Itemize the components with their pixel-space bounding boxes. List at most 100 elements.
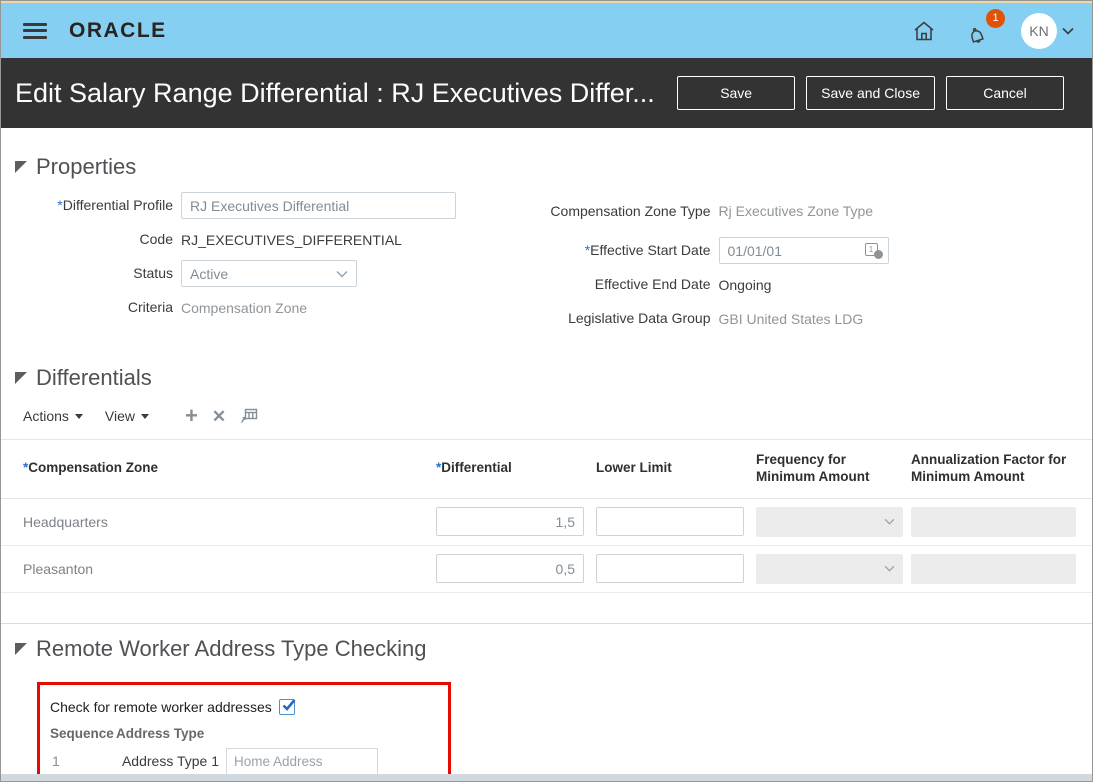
properties-section-title: Properties — [36, 154, 137, 179]
properties-right-column: Compensation Zone Type Rj Executives Zon… — [547, 192, 1093, 339]
effective-end-date-row: Effective End Date Ongoing — [547, 271, 1093, 298]
properties-left-column: *Differential Profile Code RJ_EXECUTIVES… — [1, 192, 547, 339]
differentials-table-header: *Compensation Zone *Differential Lower L… — [1, 440, 1092, 499]
remote-worker-check-row: Check for remote worker addresses — [50, 698, 440, 715]
header-actions: 1 KN — [909, 8, 1074, 49]
detach-icon — [241, 408, 258, 423]
page-title: Edit Salary Range Differential : RJ Exec… — [15, 77, 655, 108]
differentials-section-title: Differentials — [36, 365, 152, 390]
effective-end-date-value: Ongoing — [718, 276, 772, 293]
sequence-column-header: Sequence — [50, 725, 114, 741]
code-row: Code RJ_EXECUTIVES_DIFFERENTIAL — [1, 226, 547, 253]
column-header-annualization: Annualization Factor for Minimum Amount — [911, 452, 1067, 484]
app-window: ORACLE 1 KN Edit Salary Range Differenti… — [0, 0, 1093, 782]
view-menu-label: View — [104, 408, 136, 424]
notifications-bell-icon[interactable]: 1 — [965, 8, 1005, 46]
delete-row-button[interactable]: ✕ — [212, 408, 226, 425]
address-type-column-header: Address Type — [116, 725, 205, 741]
effective-start-date-label: Effective Start Date — [590, 242, 711, 259]
differential-profile-row: *Differential Profile — [1, 192, 547, 219]
home-icon[interactable] — [909, 16, 939, 46]
properties-section: Properties *Differential Profile Code RJ… — [1, 154, 1092, 339]
frequency-select-disabled — [756, 506, 903, 537]
address-type-input[interactable] — [226, 747, 378, 775]
notification-count-badge: 1 — [986, 8, 1005, 28]
chevron-down-icon — [336, 270, 348, 278]
properties-section-header[interactable]: Properties — [15, 154, 1092, 180]
criteria-label: Criteria — [127, 299, 173, 316]
save-and-close-button[interactable]: Save and Close — [806, 76, 935, 110]
annualization-factor-disabled — [911, 553, 1076, 584]
status-value: Active — [190, 265, 229, 282]
column-header-differential: Differential — [441, 460, 512, 476]
criteria-row: Criteria Compensation Zone — [1, 294, 547, 321]
add-row-button[interactable]: + — [185, 405, 198, 427]
frequency-select-disabled — [756, 553, 903, 584]
remote-worker-checkbox-label: Check for remote worker addresses — [50, 698, 272, 715]
plus-icon: + — [185, 403, 198, 428]
differentials-toolbar: Actions View + ✕ — [23, 405, 1092, 427]
page-header: Edit Salary Range Differential : RJ Exec… — [1, 58, 1092, 128]
differential-profile-label: Differential Profile — [62, 197, 173, 214]
chevron-down-icon — [884, 565, 895, 572]
effective-end-date-label: Effective End Date — [594, 276, 711, 293]
table-row[interactable]: Pleasanton — [1, 546, 1092, 593]
effective-start-date-row: *Effective Start Date 1 — [547, 237, 1093, 264]
chevron-down-icon — [884, 518, 895, 525]
lower-limit-input[interactable] — [596, 554, 744, 584]
caret-down-icon — [74, 413, 83, 419]
cancel-button[interactable]: Cancel — [946, 76, 1064, 110]
compensation-zone-cell: Headquarters — [23, 513, 108, 530]
user-menu[interactable]: KN — [1021, 12, 1074, 49]
red-callout-box: Check for remote worker addresses Sequen… — [37, 681, 451, 781]
effective-start-date-field: 1 — [718, 237, 889, 264]
code-value: RJ_EXECUTIVES_DIFFERENTIAL — [181, 231, 402, 248]
properties-form: *Differential Profile Code RJ_EXECUTIVES… — [1, 192, 1092, 339]
view-menu-button[interactable]: View — [104, 408, 150, 424]
column-header-lower-limit: Lower Limit — [596, 460, 672, 476]
actions-menu-label: Actions — [23, 408, 69, 424]
effective-start-date-input[interactable] — [718, 237, 889, 264]
compensation-zone-type-value: Rj Executives Zone Type — [718, 203, 874, 219]
compensation-zone-type-row: Compensation Zone Type Rj Executives Zon… — [547, 192, 1093, 230]
address-type-label: Address Type 1 — [121, 753, 219, 770]
horizontal-scrollbar[interactable] — [1, 774, 1092, 781]
avatar[interactable]: KN — [1021, 12, 1057, 49]
legislative-data-group-row: Legislative Data Group GBI United States… — [547, 305, 1093, 332]
differentials-table: *Compensation Zone *Differential Lower L… — [1, 439, 1092, 593]
sequence-cell: 1 — [52, 753, 60, 770]
differential-input[interactable] — [436, 507, 584, 537]
annualization-factor-disabled — [911, 506, 1076, 537]
remote-worker-section: Remote Worker Address Type Checking Chec… — [1, 636, 1092, 781]
compensation-zone-cell: Pleasanton — [23, 560, 94, 577]
x-icon: ✕ — [211, 406, 227, 426]
differentials-section: Differentials Actions View + ✕ *Compensa… — [1, 365, 1092, 593]
compensation-zone-type-label: Compensation Zone Type — [550, 202, 711, 219]
collapse-triangle-icon — [15, 642, 27, 655]
date-picker-icon[interactable]: 1 — [864, 242, 883, 259]
global-header: ORACLE 1 KN — [1, 3, 1092, 58]
section-divider — [1, 622, 1092, 624]
criteria-value: Compensation Zone — [181, 299, 308, 316]
remote-worker-checkbox[interactable] — [278, 698, 296, 715]
detach-button[interactable] — [240, 408, 258, 424]
status-select[interactable]: Active — [181, 260, 357, 287]
table-row[interactable]: Headquarters — [1, 499, 1092, 546]
column-header-compensation-zone: Compensation Zone — [28, 460, 159, 476]
legislative-data-group-label: Legislative Data Group — [568, 310, 711, 327]
oracle-logo: ORACLE — [69, 18, 167, 42]
collapse-triangle-icon — [15, 372, 27, 384]
column-header-frequency: Frequency for Minimum Amount — [756, 452, 870, 484]
differential-input[interactable] — [436, 554, 584, 584]
status-row: Status Active — [1, 260, 547, 287]
remote-worker-section-header[interactable]: Remote Worker Address Type Checking — [15, 636, 1092, 662]
differentials-section-header[interactable]: Differentials — [15, 365, 1092, 391]
status-label: Status — [133, 265, 173, 282]
lower-limit-input[interactable] — [596, 507, 744, 537]
collapse-triangle-icon — [15, 161, 27, 173]
save-button[interactable]: Save — [677, 76, 796, 110]
remote-worker-section-title: Remote Worker Address Type Checking — [36, 635, 427, 661]
hamburger-menu-icon[interactable] — [23, 22, 47, 39]
actions-menu-button[interactable]: Actions — [23, 408, 83, 424]
differential-profile-input[interactable] — [181, 192, 456, 219]
